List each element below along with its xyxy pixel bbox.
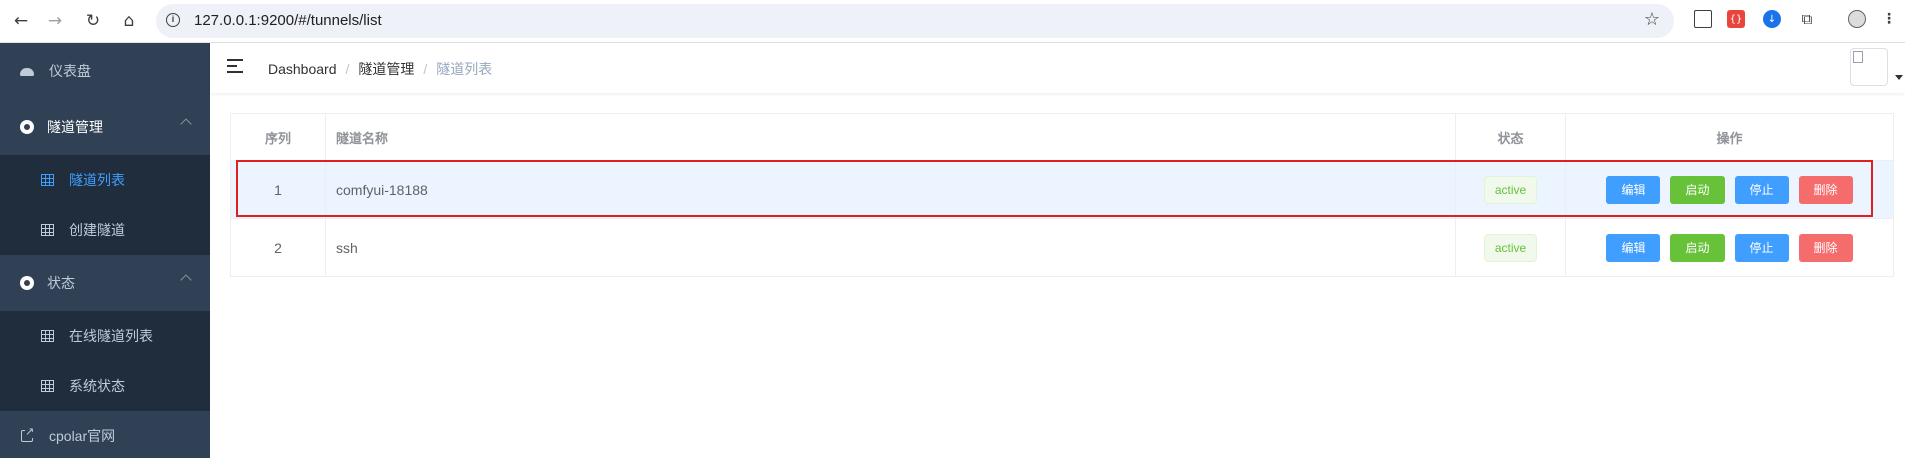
chevron-up-icon [180, 274, 192, 286]
user-avatar[interactable] [1850, 48, 1888, 86]
column-header-actions: 操作 [1716, 130, 1743, 146]
sidebar-item-system-status[interactable]: 系统状态 [0, 361, 210, 411]
row-index: 2 [231, 219, 326, 276]
sidebar-item-dashboard[interactable]: 仪表盘 [0, 43, 210, 99]
extension-red-icon[interactable]: {} [1727, 10, 1745, 28]
stop-button[interactable]: 停止 [1734, 175, 1789, 204]
sidebar-item-label: cpolar官网 [49, 428, 116, 444]
profile-avatar-icon[interactable] [1848, 10, 1866, 28]
sidebar-item-label: 状态 [47, 275, 75, 291]
breadcrumb-separator: / [423, 61, 428, 77]
back-icon[interactable]: ← [8, 8, 34, 34]
external-link-icon [20, 425, 35, 443]
forward-icon[interactable]: → [42, 8, 68, 34]
circle-icon [20, 120, 34, 134]
address-bar[interactable]: i 127.0.0.1:9200/#/tunnels/list ☆ [156, 4, 1674, 38]
breadcrumb-dashboard[interactable]: Dashboard [268, 61, 337, 77]
chevron-up-icon [180, 118, 192, 130]
table-icon [40, 173, 54, 187]
row-index: 1 [231, 161, 326, 218]
sidebar-item-label: 隧道管理 [47, 119, 103, 135]
actions-cell: 编辑 启动 停止 删除 [1566, 219, 1893, 276]
sidebar-item-tunnel-management[interactable]: 隧道管理 [0, 99, 210, 155]
edit-button[interactable]: 编辑 [1606, 233, 1661, 262]
browser-toolbar: ← → ↻ ⌂ i 127.0.0.1:9200/#/tunnels/list … [0, 0, 1905, 43]
home-icon[interactable]: ⌂ [116, 8, 142, 34]
sidebar-item-label: 系统状态 [69, 378, 125, 394]
dashboard-icon [20, 64, 34, 78]
sidebar-item-status[interactable]: 状态 [0, 255, 210, 311]
reading-list-icon[interactable] [1694, 10, 1712, 28]
status-cell: active [1456, 219, 1566, 276]
stop-button[interactable]: 停止 [1734, 233, 1789, 262]
edit-button[interactable]: 编辑 [1606, 175, 1661, 204]
status-badge: active [1483, 233, 1538, 262]
status-badge: active [1483, 175, 1538, 204]
hamburger-icon[interactable] [227, 59, 243, 73]
start-button[interactable]: 启动 [1670, 175, 1725, 204]
start-button[interactable]: 启动 [1670, 233, 1725, 262]
table-icon [40, 223, 54, 237]
url-text[interactable]: 127.0.0.1:9200/#/tunnels/list [194, 12, 382, 29]
breadcrumb-separator: / [345, 61, 350, 77]
sidebar-item-label: 仪表盘 [49, 63, 91, 79]
sidebar-item-create-tunnel[interactable]: 创建隧道 [0, 205, 210, 255]
extensions-puzzle-icon[interactable]: ⧉ [1798, 10, 1816, 28]
sidebar-item-label: 隧道列表 [69, 172, 125, 188]
sidebar-item-cpolar-website[interactable]: cpolar官网 [0, 411, 210, 461]
site-info-icon[interactable]: i [166, 13, 180, 27]
breadcrumb: Dashboard / 隧道管理 / 隧道列表 [268, 59, 492, 79]
bookmark-star-icon[interactable]: ☆ [1644, 9, 1660, 30]
sidebar-item-online-tunnels[interactable]: 在线隧道列表 [0, 311, 210, 361]
delete-button[interactable]: 删除 [1798, 175, 1853, 204]
breadcrumb-tunnel-list: 隧道列表 [436, 61, 493, 77]
tunnel-table: 序列 隧道名称 状态 操作 1 comfyui-18188 active 编辑 … [230, 113, 1894, 277]
circle-icon [20, 276, 34, 290]
sidebar: 仪表盘 隧道管理 隧道列表 创建隧道 状态 在线隧道列表 系统状态 cpolar… [0, 43, 210, 458]
sidebar-item-tunnel-list[interactable]: 隧道列表 [0, 155, 210, 205]
delete-button[interactable]: 删除 [1798, 233, 1853, 262]
status-cell: active [1456, 161, 1566, 218]
tunnel-name: comfyui-18188 [326, 161, 1456, 218]
column-header-index: 序列 [231, 114, 326, 160]
browser-menu-icon[interactable]: ⋮ [1880, 10, 1898, 28]
table-icon [40, 329, 54, 343]
table-header-row: 序列 隧道名称 状态 操作 [231, 114, 1893, 161]
table-row[interactable]: 1 comfyui-18188 active 编辑 启动 停止 删除 [231, 161, 1893, 219]
sidebar-item-label: 在线隧道列表 [69, 328, 153, 344]
table-icon [40, 379, 54, 393]
download-icon[interactable]: ↓ [1763, 10, 1781, 28]
caret-down-icon[interactable] [1895, 75, 1903, 80]
tunnel-name: ssh [326, 219, 1456, 276]
top-navbar: Dashboard / 隧道管理 / 隧道列表 [210, 43, 1905, 93]
column-header-name: 隧道名称 [326, 114, 1456, 160]
actions-cell: 编辑 启动 停止 删除 [1566, 161, 1893, 218]
sidebar-item-label: 创建隧道 [69, 222, 125, 238]
column-header-status: 状态 [1456, 114, 1566, 160]
table-row[interactable]: 2 ssh active 编辑 启动 停止 删除 [231, 219, 1893, 276]
breadcrumb-tunnel-management[interactable]: 隧道管理 [358, 59, 414, 79]
reload-icon[interactable]: ↻ [80, 8, 106, 34]
